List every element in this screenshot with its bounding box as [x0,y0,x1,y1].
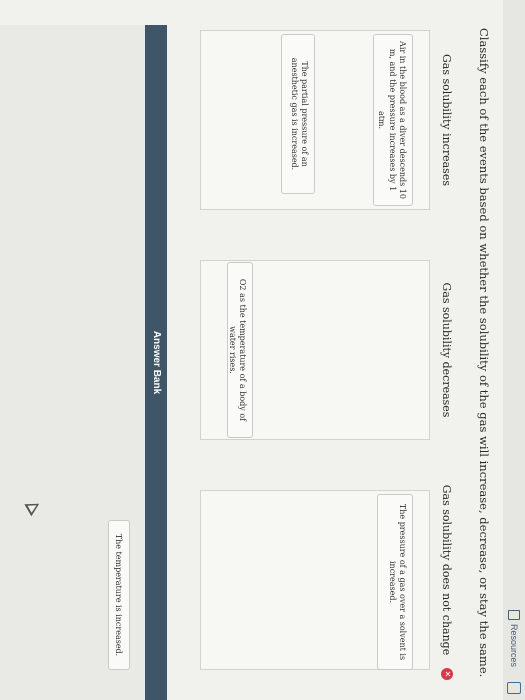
drag-card-anesthetic-gas[interactable]: The partial pressure of an anesthetic ga… [281,34,315,194]
question-prompt: Classify each of the events based on whe… [477,28,491,678]
app-screen: Resources Classify each of the events ba… [0,0,525,700]
drag-card-pressure-solvent[interactable]: The pressure of a gas over a solvent is … [377,494,413,670]
column-header-no-change: Gas solubility does not change [440,484,453,656]
document-icon [508,610,520,620]
o2-card-text: O2 as the temperature of a body of water… [227,278,247,422]
column-header-increases: Gas solubility increases [440,54,453,186]
column-header-decreases: Gas solubility decreases [440,282,453,418]
answer-bank-header: Answer Bank [145,25,167,700]
window-icon[interactable] [507,682,521,694]
drag-card-o2-temperature[interactable]: O2 as the temperature of a body of water… [227,262,253,438]
drag-card-temperature-increased[interactable]: The temperature is increased. [108,520,130,670]
resources-link[interactable]: Resources [508,610,520,667]
top-toolbar [503,0,525,700]
resources-label: Resources [509,624,519,668]
drag-card-diver-air[interactable]: Air in the blood as a diver descends 10 … [373,34,413,206]
close-circle-icon[interactable]: ✕ [441,668,453,680]
